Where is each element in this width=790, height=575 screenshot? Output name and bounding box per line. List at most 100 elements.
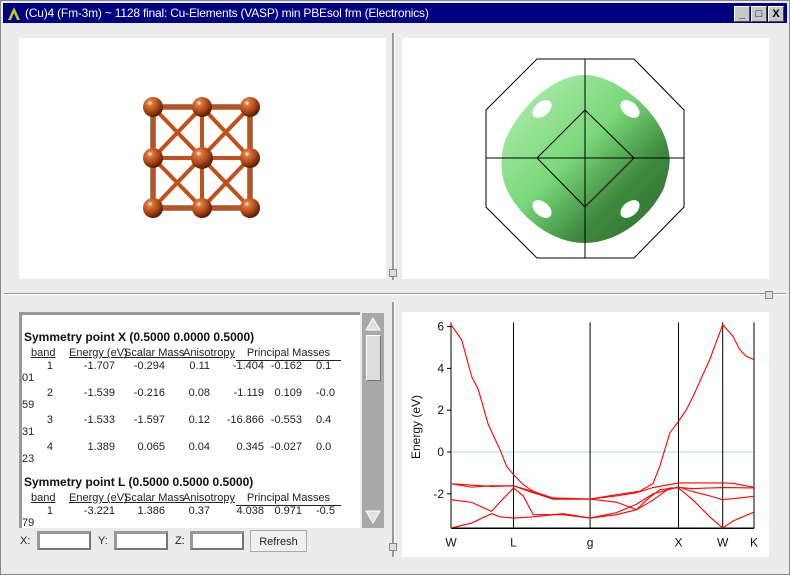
app-logo-icon (8, 7, 20, 20)
table-row-wrap: 59 (22, 399, 35, 411)
y-tick-label: 4 (437, 361, 444, 375)
table-row-wrap: 23 (22, 453, 35, 465)
cell-energy: 1.389 (87, 441, 115, 453)
table-row: 2 -1.539 -0.216 0.08 -1.119 0.109 -0.0 (22, 387, 352, 400)
cell-scalar-mass: -0.216 (133, 387, 165, 399)
cell-pm3: -0.0 (316, 387, 335, 399)
y-axis-label: Energy (eV) (409, 395, 423, 459)
cell-pm1: 0.345 (236, 441, 264, 453)
cell-anisotropy: 0.11 (189, 360, 210, 372)
structure-viewer[interactable] (19, 38, 386, 279)
cell-band: 1 (46, 360, 53, 372)
table-row: 4 1.389 0.065 0.04 0.345 -0.027 0.0 (22, 441, 352, 454)
maximize-button[interactable]: □ (751, 6, 767, 22)
cell-energy: -1.707 (83, 360, 115, 372)
cell-pm1: 4.038 (236, 505, 264, 517)
symmetry-point-title: Symmetry point L (0.5000 0.5000 0.5000) (24, 475, 254, 489)
table-row-wrap: 31 (22, 426, 35, 438)
vertical-splitter-bottom[interactable] (392, 302, 395, 557)
window-title: (Cu)4 (Fm-3m) ~ 1128 final: Cu-Elements … (25, 6, 429, 20)
cell-band: 3 (46, 414, 53, 426)
header-scalar-mass: Scalar Mass (124, 492, 185, 504)
vertical-splitter-top[interactable] (392, 33, 395, 280)
cell-anisotropy: 0.37 (188, 505, 210, 517)
cell-pm2: -0.162 (270, 360, 302, 372)
header-anisotropy: Anisotropy (183, 347, 235, 359)
band-structure-chart[interactable]: Energy (eV) W Lg X W K 6 4 2 0 -2 (402, 312, 769, 557)
cell-pm3: 0.0 (316, 441, 332, 453)
scroll-thumb[interactable] (366, 335, 381, 381)
y-tick-label: 0 (437, 445, 444, 459)
header-principal-masses: Principal Masses (236, 347, 341, 361)
cell-scalar-mass: -0.294 (133, 360, 165, 372)
cu-unit-cell-icon (143, 97, 260, 218)
x-tick-label: K (750, 535, 758, 549)
fermi-surface-viewer[interactable] (402, 38, 769, 279)
cell-energy: -1.533 (83, 414, 115, 426)
vertical-scrollbar[interactable] (362, 313, 384, 528)
cell-energy: -1.539 (83, 387, 115, 399)
y-input[interactable] (114, 531, 168, 550)
table-row-wrap: 01 (22, 372, 35, 384)
cell-band: 1 (46, 505, 53, 517)
cell-pm2: -0.027 (270, 441, 302, 453)
table-row: 1 -3.221 1.386 0.37 4.038 0.971 -0.5 (22, 505, 352, 518)
cell-pm2: 0.971 (274, 505, 302, 517)
cell-pm1: -1.404 (232, 360, 264, 372)
cell-anisotropy: 0.08 (188, 387, 210, 399)
table-row-wrap: 79 (22, 517, 35, 528)
band-line (450, 486, 755, 519)
scroll-down-arrow-icon[interactable] (365, 509, 381, 525)
cell-pm3: -0.5 (316, 505, 335, 517)
cell-scalar-mass: 0.065 (137, 441, 165, 453)
cell-pm1: -16.866 (226, 414, 264, 426)
y-tick-label: -2 (433, 487, 444, 501)
band-structure-panel: Energy (eV) W Lg X W K 6 4 2 0 -2 (402, 312, 769, 557)
symmetry-info-text[interactable]: Symmetry point X (0.5000 0.0000 0.5000) b… (19, 312, 360, 528)
table-row: 3 -1.533 -1.597 0.12 -16.866 -0.553 0.4 (22, 414, 352, 427)
cell-band: 2 (46, 387, 53, 399)
splitter-handle-bottom[interactable] (389, 543, 397, 551)
table-header: band Energy (eV) Scalar Mass Anisotropy Prin… (22, 492, 352, 506)
minimize-button[interactable]: _ (734, 6, 750, 22)
splitter-handle-horizontal[interactable] (765, 291, 773, 299)
cell-pm2: -0.553 (270, 414, 302, 426)
scroll-up-arrow-icon[interactable] (365, 316, 381, 332)
refresh-button[interactable]: Refresh (250, 530, 307, 552)
cell-pm2: 0.109 (274, 387, 302, 399)
cell-anisotropy: 0.04 (188, 441, 210, 453)
band-line (450, 487, 755, 529)
y-label: Y: (98, 535, 108, 547)
x-label: X: (20, 535, 31, 547)
header-band: band (31, 347, 56, 359)
x-tick-label: g (587, 535, 594, 549)
x-input[interactable] (37, 531, 91, 550)
cell-pm1: -1.119 (233, 387, 264, 399)
header-band: band (31, 492, 56, 504)
z-input[interactable] (190, 531, 244, 550)
header-scalar-mass: Scalar Mass (124, 347, 185, 359)
x-tick-label: W (717, 535, 729, 549)
y-tick-label: 6 (437, 320, 444, 334)
x-tick-label: L (510, 535, 517, 549)
header-principal-masses: Principal Masses (236, 492, 341, 506)
close-button[interactable]: X (768, 6, 784, 22)
cell-scalar-mass: -1.597 (133, 414, 165, 426)
x-tick-label: W (445, 535, 457, 549)
title-bar[interactable]: (Cu)4 (Fm-3m) ~ 1128 final: Cu-Elements … (3, 3, 787, 23)
splitter-handle-top[interactable] (389, 269, 397, 277)
cell-pm3: 0.1 (316, 360, 332, 372)
table-header: band Energy (eV) Scalar Mass Anisotropy Prin… (22, 347, 352, 361)
fermi-surface-icon (485, 58, 685, 259)
band-line (450, 323, 755, 500)
header-anisotropy: Anisotropy (183, 492, 235, 504)
x-tick-label: X (674, 535, 682, 549)
horizontal-splitter[interactable] (4, 293, 786, 295)
symmetry-point-title: Symmetry point X (0.5000 0.0000 0.5000) (24, 330, 255, 344)
cell-anisotropy: 0.12 (188, 414, 210, 426)
table-row: 1 -1.707 -0.294 0.11 -1.404 -0.162 0.1 (22, 360, 352, 373)
cell-band: 4 (46, 441, 53, 453)
cell-energy: -3.221 (83, 505, 115, 517)
header-energy: Energy (eV) (69, 492, 128, 504)
y-tick-label: 2 (437, 403, 444, 417)
